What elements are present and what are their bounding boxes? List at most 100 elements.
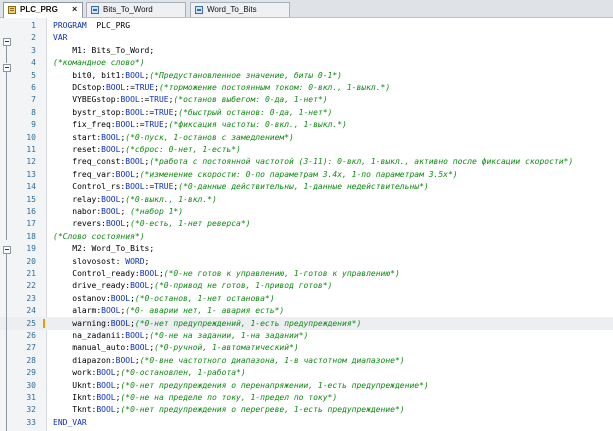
code-text: manual_auto:BOOL;(*0-ручной, 1-автоматич…	[53, 341, 298, 354]
code-line[interactable]: 23 ostanov:BOOL;(*0-останов, 1-нет остан…	[0, 292, 613, 305]
keyword-token: BOOL	[110, 318, 131, 328]
fold-minus-icon[interactable]	[3, 38, 11, 46]
code-line[interactable]: 9 fix_freq:BOOL:=TRUE;(*фиксация частоты…	[0, 118, 613, 131]
code-token: Uknt:	[53, 380, 97, 390]
comment-token: (*изменение скорости: 0-по параметрам 3.…	[139, 169, 458, 179]
tab-bits-to-word[interactable]: Bits_To_Word	[86, 2, 186, 17]
code-token: ostanov:	[53, 293, 111, 303]
code-line[interactable]: 25 warning:BOOL;(*0-нет предупреждений, …	[0, 316, 613, 330]
keyword-token: BOOL	[125, 107, 145, 117]
code-token: na_zadanii:	[53, 331, 126, 340]
comment-token: (*останов выбегом: 0-да, 1-нет*)	[173, 95, 328, 105]
code-line[interactable]: 19 M2: Word_To_Bits;	[0, 242, 613, 255]
comment-token: (*0-привод не готов, 1-привод готов*)	[154, 281, 333, 291]
close-icon[interactable]: ×	[72, 3, 77, 16]
line-number: 30	[26, 380, 36, 390]
comment-token: (*0-выкл., 1-вкл.*)	[125, 194, 217, 204]
code-line[interactable]: 22 drive_ready:BOOL;(*0-привод не готов,…	[0, 279, 613, 292]
code-line[interactable]: 6 DCstop:BOOL:=TRUE;(*торможение постоян…	[0, 81, 613, 94]
keyword-token: END_VAR	[53, 417, 87, 427]
keyword-token: BOOL	[125, 70, 145, 80]
code-line[interactable]: 17 revers:BOOL;(*0-есть, 1-нет реверса*)	[0, 217, 613, 230]
code-line[interactable]: 27 manual_auto:BOOL;(*0-ручной, 1-автома…	[0, 341, 613, 354]
code-token: revers:	[53, 219, 106, 229]
code-line[interactable]: 21 Control_ready:BOOL;(*0-не готов к упр…	[0, 267, 613, 280]
keyword-token: BOOL	[125, 331, 145, 340]
code-line[interactable]: 24 alarm:BOOL;(*0- аварии нет, 1- авария…	[0, 304, 613, 317]
code-text: reset:BOOL;(*сброс: 0-нет, 1-есть*)	[53, 143, 241, 156]
keyword-token: BOOL	[139, 269, 159, 278]
code-token: start:	[53, 132, 102, 142]
code-token: VYBEGstop:	[53, 95, 121, 105]
comment-token: (*0-нет предупреждения о перенапряжении,…	[120, 380, 429, 390]
code-token: freq_const:	[53, 157, 126, 167]
tab-label: Word_To_Bits	[207, 5, 257, 14]
code-text: Uknt:BOOL;(*0-нет предупреждения о перен…	[53, 379, 429, 392]
tab-label: Bits_To_Word	[103, 5, 153, 14]
code-text: na_zadanii:BOOL;(*0-не на задании, 1-на …	[53, 329, 308, 342]
code-text: M1: Bits_To_Word;	[53, 44, 154, 57]
code-token: reset:	[53, 145, 102, 154]
comment-token: (*командное слово*)	[53, 58, 145, 68]
code-line[interactable]: 12 freq_const:BOOL;(*работа с постоянной…	[0, 155, 613, 168]
code-line[interactable]: 30 Uknt:BOOL;(*0-нет предупреждения о пе…	[0, 379, 613, 392]
code-text: start:BOOL;(*0-пуск, 1-останов с замедле…	[53, 131, 294, 144]
code-line[interactable]: 2 VAR	[0, 31, 613, 44]
keyword-token: BOOL	[96, 393, 116, 402]
code-line[interactable]: 14 Control_rs:BOOL:=TRUE;(*0-данные дейс…	[0, 180, 613, 193]
code-text: alarm:BOOL;(*0- аварии нет, 1- авария ес…	[53, 304, 284, 317]
code-line[interactable]: 3 M1: Bits_To_Word;	[0, 44, 613, 57]
code-line[interactable]: 32 Tknt:BOOL;(*0-нет предупреждения о пе…	[0, 403, 613, 416]
code-line[interactable]: 15 relay:BOOL;(*0-выкл., 1-вкл.*)	[0, 193, 613, 206]
fold-minus-icon[interactable]	[3, 64, 11, 72]
line-number: 12	[26, 157, 36, 167]
code-line[interactable]: 18 (*Слово состояния*)	[0, 230, 613, 243]
code-line[interactable]: 1 PROGRAM PLC_PRG	[0, 19, 613, 32]
code-line[interactable]: 4 (*командное слово*)	[0, 56, 613, 69]
code-editor[interactable]: 1 PROGRAM PLC_PRG 2 VAR 3 M1: Bits_To_Word; 4…	[0, 18, 613, 431]
code-text: diapazon:BOOL;(*0-вне частотного диапазо…	[53, 354, 404, 367]
comment-token: (*сброс: 0-нет, 1-есть*)	[125, 145, 241, 154]
code-token: drive_ready:	[53, 281, 131, 291]
keyword-token: BOOL	[115, 120, 135, 130]
tab-plc-prg[interactable]: PLC_PRG ×	[3, 2, 83, 18]
program-icon	[8, 6, 16, 14]
line-number: 20	[26, 256, 36, 266]
code-token: ;	[120, 207, 131, 216]
code-line[interactable]: 13 freq_var:BOOL;(*изменение скорости: 0…	[0, 168, 613, 181]
code-text: Control_rs:BOOL:=TRUE;(*0-данные действи…	[53, 180, 428, 193]
comment-token: (*0-нет предупреждений, 1-есть предупреж…	[134, 318, 362, 328]
code-token: manual_auto:	[53, 343, 131, 353]
code-line[interactable]: 28 diapazon:BOOL;(*0-вне частотного диап…	[0, 354, 613, 367]
code-line[interactable]: 20 slovosost: WORD;	[0, 255, 613, 268]
code-token: DCstop:	[53, 83, 106, 92]
code-line[interactable]: 16 nabor:BOOL; (*набор 1*)	[0, 205, 613, 218]
line-number: 6	[31, 83, 36, 92]
fold-guide	[6, 254, 7, 431]
code-line[interactable]: 10 start:BOOL;(*0-пуск, 1-останов с заме…	[0, 131, 613, 144]
code-line[interactable]: 29 work:BOOL;(*0-остановлен, 1-работа*)	[0, 366, 613, 379]
fold-minus-icon[interactable]	[3, 246, 11, 254]
code-line[interactable]: 5 bit0, bit1:BOOL;(*Предустановленное зн…	[0, 69, 613, 82]
code-token: Control_ready:	[53, 269, 140, 278]
line-number: 22	[26, 281, 36, 291]
keyword-token: BOOL	[125, 182, 145, 192]
code-line[interactable]: 33 END_VAR	[0, 416, 613, 429]
code-token: bit0, bit1:	[53, 70, 126, 80]
code-text: VYBEGstop:BOOL:=TRUE;(*останов выбегом: …	[53, 93, 328, 106]
line-number: 24	[26, 306, 36, 316]
code-line[interactable]: 31 Iknt:BOOL;(*0-не на пределе по току, …	[0, 391, 613, 404]
code-text: DCstop:BOOL:=TRUE;(*торможение постоянны…	[53, 81, 390, 94]
code-token: freq_var:	[53, 169, 116, 179]
code-line[interactable]: 11 reset:BOOL;(*сброс: 0-нет, 1-есть*)	[0, 143, 613, 156]
code-text: work:BOOL;(*0-остановлен, 1-работа*)	[53, 366, 245, 379]
keyword-token: TRUE	[154, 182, 174, 192]
function-block-icon	[91, 6, 99, 14]
code-text: Control_ready:BOOL;(*0-не готов к управл…	[53, 267, 400, 280]
comment-token: (*0-есть, 1-нет реверса*)	[130, 219, 251, 229]
tab-word-to-bits[interactable]: Word_To_Bits	[190, 2, 290, 17]
code-line[interactable]: 26 na_zadanii:BOOL;(*0-не на задании, 1-…	[0, 329, 613, 342]
code-token: PLC_PRG	[86, 21, 131, 30]
code-line[interactable]: 8 bystr_stop:BOOL:=TRUE;(*быстрый остано…	[0, 106, 613, 119]
code-line[interactable]: 7 VYBEGstop:BOOL:=TRUE;(*останов выбегом…	[0, 93, 613, 106]
